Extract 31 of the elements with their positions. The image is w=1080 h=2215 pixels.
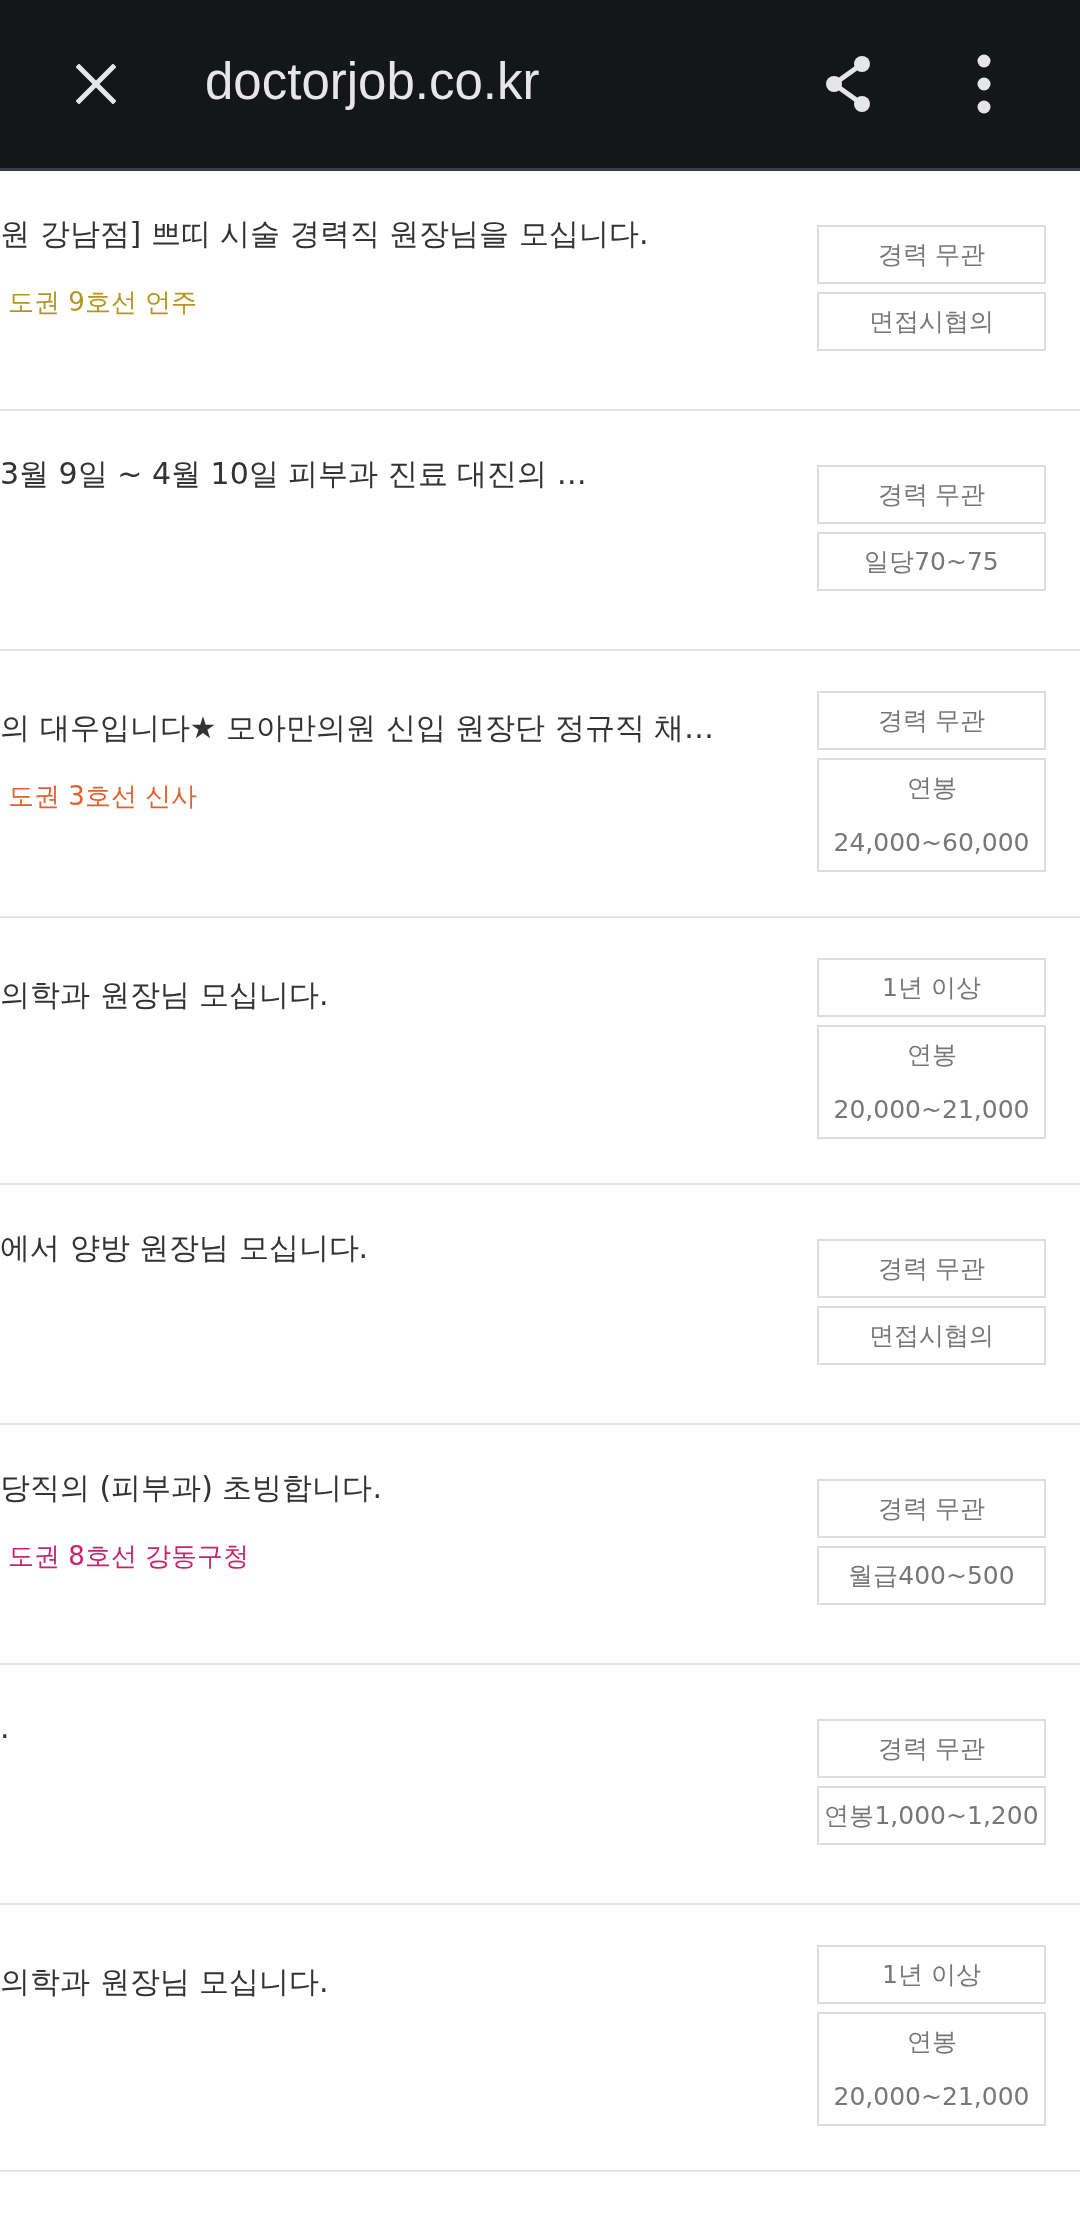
condition-tag: 연봉 24,000~60,000 bbox=[817, 758, 1046, 872]
job-title-link[interactable]: 의학과 원장님 모십니다. bbox=[0, 1959, 329, 2004]
share-icon bbox=[824, 54, 872, 114]
condition-tag: 월급400~500 bbox=[817, 1546, 1046, 1605]
job-title-link[interactable]: 원 강남점] 쁘띠 시술 경력직 원장님을 모십니다. bbox=[0, 212, 649, 256]
condition-tag: 경력 무관 bbox=[817, 1719, 1046, 1778]
condition-tag: 일당70~75 bbox=[817, 532, 1046, 591]
job-title-link[interactable]: . bbox=[0, 1706, 10, 1750]
location-text: 도권 8호선 강동구청 bbox=[7, 1540, 250, 1573]
location-text: 도권 9호선 언주 bbox=[7, 286, 198, 319]
location-text: 도권 3호선 신사 bbox=[7, 779, 198, 813]
job-title-link[interactable]: 의 대우입니다★ 모아만의원 신입 원장단 정규직 채… bbox=[0, 705, 715, 750]
condition-tag: 경력 무관 bbox=[817, 465, 1046, 524]
close-icon bbox=[76, 64, 116, 104]
job-title-link[interactable]: 에서 양방 원장님 모십니다. bbox=[0, 1226, 369, 1270]
condition-tag: 면접시협의 bbox=[817, 1306, 1046, 1365]
condition-tag: 연봉1,000~1,200 bbox=[817, 1786, 1046, 1845]
condition-tag: 면접시협의 bbox=[817, 292, 1046, 351]
condition-tag: 경력 무관 bbox=[817, 1239, 1046, 1298]
condition-tag: 경력 무관 bbox=[817, 1479, 1046, 1538]
job-title-link[interactable]: 3월 9일 ~ 4월 10일 피부과 진료 대진의 … bbox=[0, 452, 587, 496]
job-title-link[interactable]: 당직의 (피부과) 초빙합니다. bbox=[0, 1466, 383, 1510]
job-title-link[interactable]: 의학과 원장님 모십니다. bbox=[0, 972, 329, 1017]
more-vertical-icon bbox=[977, 54, 991, 114]
condition-tag: 연봉 20,000~21,000 bbox=[817, 2012, 1046, 2126]
condition-tag: 1년 이상 bbox=[817, 1945, 1046, 2004]
page-address: doctorjob.co.kr bbox=[205, 52, 541, 112]
condition-tag: 경력 무관 bbox=[817, 225, 1046, 284]
condition-tag: 연봉 20,000~21,000 bbox=[817, 1025, 1046, 1139]
condition-tag: 경력 무관 bbox=[817, 691, 1046, 750]
condition-tag: 1년 이상 bbox=[817, 958, 1046, 1017]
